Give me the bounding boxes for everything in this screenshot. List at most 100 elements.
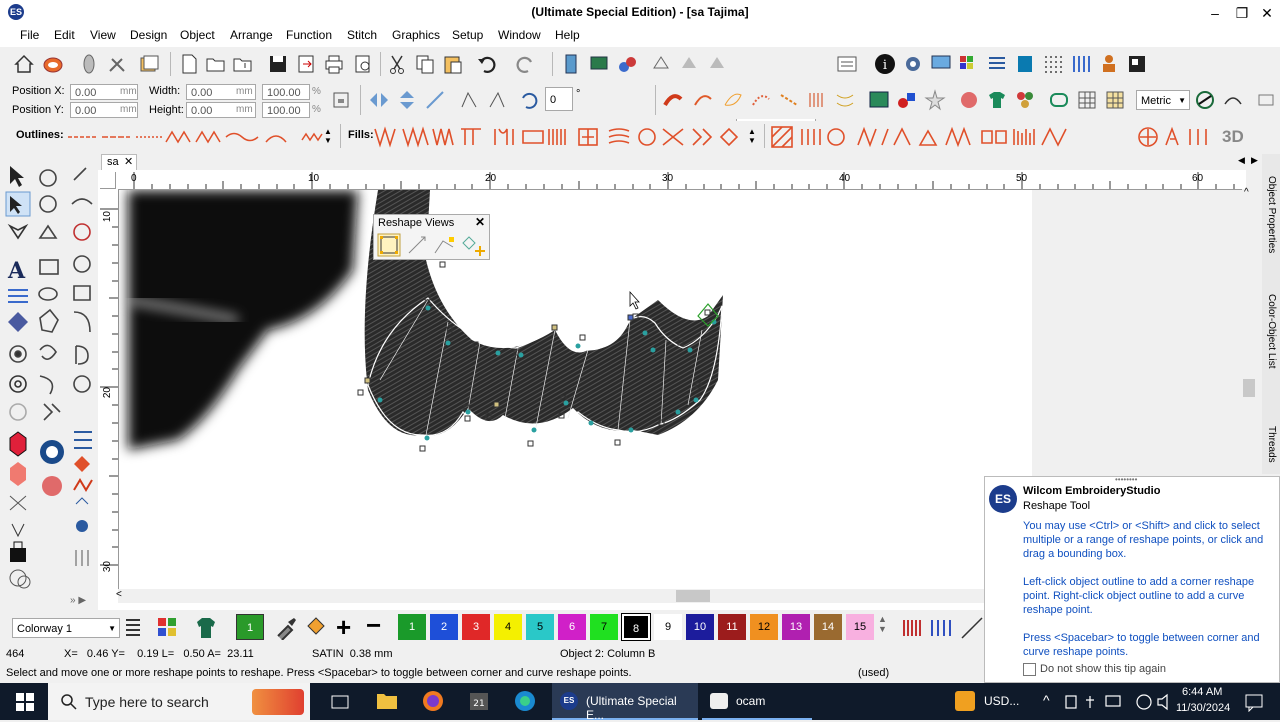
paste-icon[interactable] (442, 53, 464, 75)
export-icon[interactable] (295, 53, 317, 75)
color-swatch-14[interactable]: 14 (814, 614, 842, 640)
mirror-diagonal-icon[interactable] (424, 89, 446, 111)
needle-icon[interactable] (78, 53, 100, 75)
thread-chart-icon[interactable] (986, 53, 1008, 75)
color-swatch-3[interactable]: 3 (462, 614, 490, 640)
show-reshape-nodes-icon[interactable] (377, 233, 401, 257)
color-swatch-12[interactable]: 12 (750, 614, 778, 640)
horizontal-scroll-thumb[interactable] (676, 590, 710, 602)
feather-icon[interactable] (750, 89, 772, 111)
view-settings-icon[interactable] (836, 53, 858, 75)
minimize-button[interactable]: – (1200, 3, 1230, 23)
satin-outline-icon[interactable] (662, 89, 684, 111)
menu-view[interactable]: View (90, 28, 116, 42)
taskbar-app-ocam[interactable]: ocam (702, 683, 812, 720)
color-swatch-2[interactable]: 2 (430, 614, 458, 640)
grid-icon[interactable] (1076, 89, 1098, 111)
color-swatch-8[interactable]: 8 (621, 613, 651, 641)
colorway-select[interactable]: Colorway 1 ▼ (12, 618, 120, 638)
machine-icon[interactable] (560, 53, 582, 75)
open-folder-icon[interactable] (205, 53, 227, 75)
close-button[interactable]: ✕ (1252, 3, 1280, 23)
outlines-dropdown-icon[interactable]: ▲ ▼ (324, 127, 332, 145)
menu-arrange[interactable]: Arrange (230, 28, 273, 42)
show-entry-exit-icon[interactable] (434, 237, 454, 254)
tray-expand-icon[interactable]: ^ (1043, 692, 1050, 708)
height-pct-field[interactable]: 100.00 (262, 102, 310, 118)
layout-icon[interactable] (1126, 53, 1148, 75)
chevron-down-icon[interactable]: ▼ (1178, 91, 1186, 111)
menu-setup[interactable]: Setup (452, 28, 483, 42)
stitch-player-icon[interactable] (616, 53, 638, 75)
reshape-views-close-icon[interactable]: ✕ (475, 215, 485, 229)
applique-icon[interactable] (958, 89, 980, 111)
task-view-icon[interactable] (330, 692, 350, 712)
mirror-vertical-icon[interactable] (396, 89, 418, 111)
grid-alt-icon[interactable] (1104, 89, 1126, 111)
tip-checkbox[interactable] (1023, 663, 1036, 676)
open-recent-icon[interactable] (232, 53, 254, 75)
rotate-icon[interactable] (518, 89, 540, 111)
outline-stitch-icons[interactable] (66, 126, 328, 148)
show-bitmap-icon[interactable] (706, 53, 728, 75)
firefox-icon[interactable] (422, 690, 444, 712)
save-icon[interactable] (267, 53, 289, 75)
tab-scroll-left-icon[interactable]: ◀ (1238, 155, 1245, 166)
background-shirt-icon[interactable] (194, 616, 222, 640)
tatami-icon[interactable] (692, 89, 714, 111)
motif-icon[interactable] (834, 89, 856, 111)
undo-icon[interactable] (476, 53, 498, 75)
print-preview-icon[interactable] (352, 53, 374, 75)
color-swatch-7[interactable]: 7 (590, 614, 618, 640)
taskbar-app-embroidery[interactable]: ES (Ultimate Special E... (552, 683, 698, 722)
menu-graphics[interactable]: Graphics (392, 28, 440, 42)
thread-sets-icon[interactable] (900, 616, 928, 640)
menu-object[interactable]: Object (180, 28, 215, 42)
color-swatch-1[interactable]: 1 (398, 614, 426, 640)
document-tab[interactable]: sa ✕ (101, 154, 137, 171)
color-swatch-5[interactable]: 5 (526, 614, 554, 640)
stitch-list-icon[interactable] (1014, 53, 1036, 75)
eyedropper-icon[interactable] (274, 616, 298, 640)
color-object-list-tab[interactable]: Color-Object List (1266, 294, 1277, 368)
vertical-scroll-thumb[interactable] (1243, 379, 1255, 397)
current-color-swatch[interactable]: 1 (236, 614, 264, 640)
menu-stitch[interactable]: Stitch (347, 28, 377, 42)
horizontal-scrollbar[interactable]: < (116, 589, 984, 603)
show-stitch-points-icon[interactable] (462, 236, 485, 256)
copy-icon[interactable] (414, 53, 436, 75)
fill-stitch-icons[interactable] (373, 125, 749, 149)
currency-widget-icon[interactable] (955, 691, 975, 711)
edge-icon[interactable] (514, 690, 536, 712)
color-scroll-icon[interactable]: ▲ ▼ (878, 614, 887, 634)
cut-icon[interactable] (386, 53, 408, 75)
star-icon[interactable] (924, 89, 946, 111)
menu-edit[interactable]: Edit (54, 28, 75, 42)
scroll-left-icon[interactable]: < (116, 589, 122, 600)
arc-icon[interactable] (1222, 89, 1244, 111)
windows-start-icon[interactable] (16, 693, 34, 711)
vertical-scrollbar[interactable]: ^ (1242, 187, 1256, 479)
calendar-app-icon[interactable]: 21 (468, 690, 490, 712)
palette-grid-icon[interactable] (156, 616, 184, 640)
grid-dots-icon[interactable] (1042, 53, 1064, 75)
show-stitch-angles-icon[interactable] (408, 236, 426, 254)
picture-icon[interactable] (868, 89, 890, 111)
hoop-icon[interactable] (42, 53, 64, 75)
tools-icon[interactable] (106, 53, 128, 75)
remove-color-icon[interactable]: − (366, 610, 381, 641)
skew2-icon[interactable] (486, 89, 508, 111)
measure-icon[interactable] (1194, 89, 1216, 111)
catalog-icon[interactable] (138, 53, 160, 75)
mirror-horizontal-icon[interactable] (368, 89, 390, 111)
color-swatch-6[interactable]: 6 (558, 614, 586, 640)
reshape-tool-icon[interactable] (5, 191, 31, 217)
fill-bucket-icon[interactable] (302, 616, 326, 640)
object-properties-tab[interactable]: Object Properties (1266, 176, 1277, 253)
redo-icon[interactable] (514, 53, 536, 75)
menu-function[interactable]: Function (286, 28, 332, 42)
width-pct-field[interactable]: 100.00 (262, 84, 310, 100)
new-file-icon[interactable] (178, 53, 200, 75)
send-to-machine-icon[interactable] (588, 53, 610, 75)
add-color-icon[interactable]: + (336, 612, 351, 643)
